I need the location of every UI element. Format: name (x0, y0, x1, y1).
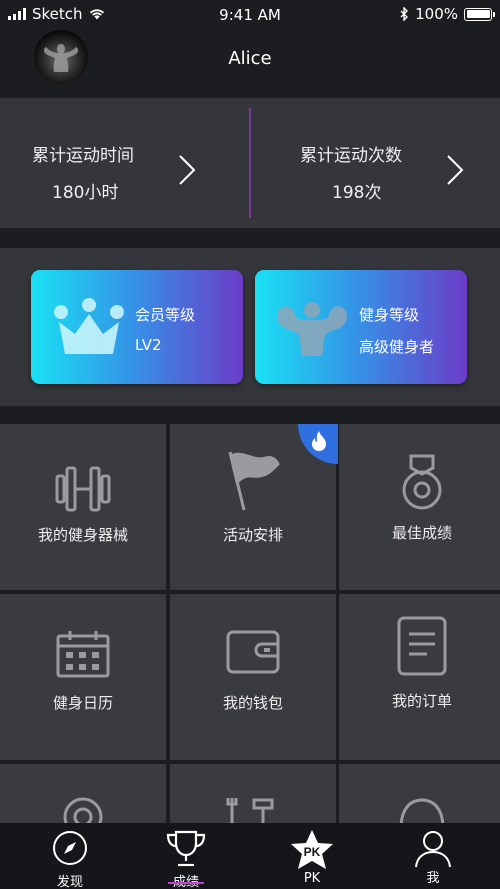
dumbbell-icon (55, 466, 111, 512)
tab-bar: 发现 成绩 PK PK 我 (0, 823, 500, 889)
section-gap (0, 406, 500, 424)
grid-item-partial[interactable] (339, 764, 500, 824)
grid-item-label: 我的健身器械 (37, 526, 128, 544)
fitness-level-card[interactable]: 健身等级 高级健身者 (255, 270, 467, 384)
member-level-value: LV2 (135, 336, 162, 354)
flag-icon (228, 451, 280, 511)
trophy-icon (166, 830, 206, 867)
headset-icon (399, 798, 445, 824)
tab-pk[interactable]: PK PK (262, 823, 362, 889)
grid-item-label: 最佳成绩 (391, 524, 452, 542)
stat-total-time[interactable]: 累计运动时间 180小时 (0, 98, 250, 228)
pk-star-icon: PK (291, 830, 333, 869)
stat-total-count[interactable]: 累计运动次数 198次 (250, 98, 500, 228)
tab-scores[interactable]: 成绩 (136, 823, 236, 889)
member-level-card[interactable]: 会员等级 LV2 (31, 270, 243, 384)
grid-item-best-score[interactable]: 最佳成绩 (339, 424, 500, 590)
tab-label: 我 (426, 871, 440, 886)
active-tab-indicator (168, 882, 204, 884)
stat-value: 198次 (332, 183, 382, 203)
grid-item-partial[interactable] (0, 764, 166, 824)
battery-icon (464, 7, 495, 21)
member-level-label: 会员等级 (135, 306, 196, 324)
tab-label: 成绩 (136, 871, 236, 889)
chevron-right-icon (447, 155, 464, 185)
section-gap (0, 228, 500, 248)
tools-icon (226, 798, 274, 824)
stat-label: 累计运动时间 (32, 146, 134, 166)
calendar-icon (56, 631, 110, 678)
fitness-level-label: 健身等级 (359, 306, 420, 324)
grid-item-label: 我的订单 (391, 692, 452, 710)
fitness-level-value: 高级健身者 (359, 338, 435, 356)
medal-icon (402, 454, 442, 510)
grid-item-equipment[interactable]: 我的健身器械 (0, 424, 166, 590)
stat-label: 累计运动次数 (300, 146, 402, 166)
grid-item-partial[interactable] (170, 764, 336, 824)
tab-label: 发现 (56, 875, 83, 889)
crown-icon (54, 298, 124, 354)
battery-percent: 100% (415, 5, 458, 23)
grid-item-label: 我的钱包 (222, 694, 283, 712)
bodybuilder-icon (277, 302, 347, 356)
levels-panel: 会员等级 LV2 健身等级 高级健身者 (0, 248, 500, 406)
fire-icon (312, 431, 326, 451)
stats-panel: 累计运动时间 180小时 累计运动次数 198次 (0, 98, 500, 228)
wallet-icon (226, 630, 280, 674)
tab-me[interactable]: 我 (383, 823, 483, 889)
svg-text:PK: PK (304, 845, 321, 859)
grid-item-orders[interactable]: 我的订单 (339, 594, 500, 760)
compass-icon (53, 831, 87, 865)
tab-discover[interactable]: 发现 (20, 823, 120, 889)
person-icon (415, 831, 451, 868)
profile-header: Alice (0, 30, 500, 98)
target-icon (63, 797, 103, 824)
status-bar: Sketch 9:41 AM 100% (0, 0, 500, 30)
stat-value: 180小时 (52, 183, 119, 203)
grid-item-wallet[interactable]: 我的钱包 (170, 594, 336, 760)
grid-item-calendar[interactable]: 健身日历 (0, 594, 166, 760)
grid-item-label: 活动安排 (222, 526, 283, 544)
bluetooth-icon (400, 7, 409, 21)
grid-item-label: 健身日历 (52, 694, 113, 712)
user-name: Alice (228, 48, 272, 69)
tab-label: PK (303, 871, 321, 886)
order-icon (397, 616, 447, 676)
feature-grid: 我的健身器械 活动安排 最佳成绩 健身日历 我的钱包 我的订单 (0, 424, 500, 824)
chevron-right-icon (179, 155, 196, 185)
